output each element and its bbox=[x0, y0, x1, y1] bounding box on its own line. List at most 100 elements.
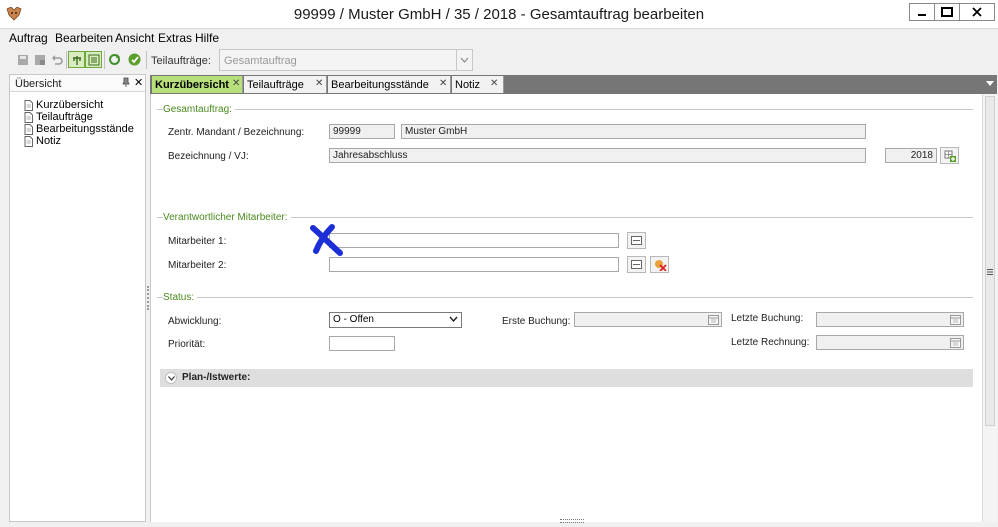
delete-user-icon bbox=[654, 259, 667, 271]
vertical-scrollbar[interactable] bbox=[982, 94, 997, 522]
help-button[interactable] bbox=[126, 51, 143, 68]
mitarbeiter1-lookup-button[interactable] bbox=[627, 232, 646, 249]
save-icon bbox=[17, 54, 28, 65]
tab-label: Bearbeitungsstände bbox=[331, 79, 429, 91]
year-field[interactable]: 2018 bbox=[885, 148, 937, 163]
title-bar: 99999 / Muster GmbH / 35 / 2018 - Gesamt… bbox=[0, 0, 998, 29]
refresh-button[interactable] bbox=[106, 51, 123, 68]
tree-view-button[interactable] bbox=[68, 51, 85, 68]
mitarbeiter1-label: Mitarbeiter 1: bbox=[168, 236, 227, 247]
letzte-rechnung-label: Letzte Rechnung: bbox=[731, 337, 810, 348]
erste-buchung-field[interactable] bbox=[574, 312, 722, 327]
save-close-button[interactable] bbox=[31, 51, 48, 68]
section-gesamtauftrag-title: Gesamtauftrag: bbox=[163, 104, 235, 115]
teilauftraege-value: Gesamtauftrag bbox=[224, 55, 297, 67]
prioritaet-input[interactable] bbox=[329, 336, 395, 351]
plan-istwerte-title: Plan-/Istwerte: bbox=[182, 372, 251, 383]
mandant-number-field[interactable]: 99999 bbox=[329, 124, 395, 139]
undo-icon bbox=[51, 54, 63, 65]
mitarbeiter1-input[interactable] bbox=[329, 233, 619, 248]
sidebar-item-notiz[interactable]: Notiz bbox=[24, 135, 61, 147]
tab-menu-chevron-icon[interactable] bbox=[986, 81, 994, 86]
bezeichnung-field[interactable]: Jahresabschluss bbox=[329, 148, 866, 163]
close-button[interactable] bbox=[959, 3, 995, 21]
menu-bearbeiten[interactable]: Bearbeiten bbox=[55, 31, 113, 45]
tab-teilauftraege[interactable]: Teilaufträge ✕ bbox=[244, 76, 327, 93]
tab-bearbeitungsstaende[interactable]: Bearbeitungsstände ✕ bbox=[328, 76, 451, 93]
section-mitarbeiter-title: Verantwortlicher Mitarbeiter: bbox=[163, 212, 291, 223]
refresh-icon bbox=[109, 54, 120, 65]
year-picker-button[interactable] bbox=[940, 147, 959, 164]
letzte-rechnung-field[interactable] bbox=[816, 335, 964, 350]
grid-add-icon bbox=[944, 150, 956, 162]
tab-close-icon[interactable]: ✕ bbox=[439, 78, 447, 89]
minimize-icon bbox=[918, 14, 926, 16]
calendar-icon[interactable] bbox=[950, 314, 961, 325]
tree-view-icon bbox=[72, 55, 81, 65]
abwicklung-select[interactable]: O - Offen bbox=[329, 312, 462, 328]
maximize-icon bbox=[941, 7, 953, 17]
letzte-buchung-label: Letzte Buchung: bbox=[731, 313, 804, 324]
bezeichnung-label: Bezeichnung / VJ: bbox=[168, 151, 249, 162]
save-button[interactable] bbox=[14, 51, 31, 68]
lookup-icon bbox=[631, 260, 642, 269]
document-icon bbox=[24, 99, 33, 111]
sidebar-close-icon[interactable]: ✕ bbox=[134, 76, 143, 89]
maximize-button[interactable] bbox=[934, 3, 960, 21]
letzte-buchung-field[interactable] bbox=[816, 312, 964, 327]
sidebar-item-label: Kurzübersicht bbox=[36, 99, 104, 111]
calendar-icon[interactable] bbox=[708, 314, 719, 325]
sidebar-item-kurzuebersicht[interactable]: Kurzübersicht bbox=[24, 99, 103, 111]
menu-ansicht[interactable]: Ansicht bbox=[115, 31, 154, 45]
bottom-resize-handle[interactable] bbox=[560, 519, 584, 523]
pin-icon[interactable] bbox=[122, 77, 130, 88]
menu-hilfe[interactable]: Hilfe bbox=[195, 31, 219, 45]
list-view-button[interactable] bbox=[85, 51, 102, 68]
annotation-x-mark bbox=[310, 224, 343, 256]
chevron-down-icon bbox=[456, 50, 472, 70]
menu-bar: Auftrag Bearbeiten Ansicht Extras Hilfe bbox=[0, 29, 998, 46]
chevron-down-icon bbox=[449, 316, 458, 322]
prioritaet-label: Priorität: bbox=[168, 339, 206, 350]
tab-close-icon[interactable]: ✕ bbox=[490, 78, 498, 89]
mitarbeiter2-lookup-button[interactable] bbox=[627, 256, 646, 273]
mandant-label: Zentr. Mandant / Bezeichnung: bbox=[168, 127, 305, 138]
list-view-icon bbox=[88, 54, 99, 65]
tab-label: Kurzübersicht bbox=[155, 79, 229, 91]
teilauftraege-select[interactable]: Gesamtauftrag bbox=[219, 49, 473, 71]
scrollbar-thumb[interactable] bbox=[985, 96, 995, 426]
splitter-handle[interactable] bbox=[147, 286, 149, 310]
sidebar-item-teilauftraege[interactable]: Teilaufträge bbox=[24, 111, 93, 123]
mandant-name-field[interactable]: Muster GmbH bbox=[401, 124, 866, 139]
undo-button[interactable] bbox=[48, 51, 65, 68]
lookup-icon bbox=[631, 236, 642, 245]
chevron-down-icon[interactable] bbox=[165, 372, 177, 384]
minimize-button[interactable] bbox=[909, 3, 935, 21]
tab-close-icon[interactable]: ✕ bbox=[315, 78, 323, 89]
abwicklung-value: O - Offen bbox=[333, 314, 374, 325]
plan-istwerte-group[interactable]: Plan-/Istwerte: bbox=[160, 369, 973, 387]
menu-auftrag[interactable]: Auftrag bbox=[9, 31, 48, 45]
calendar-icon[interactable] bbox=[950, 337, 961, 348]
mitarbeiter2-clear-button[interactable] bbox=[650, 256, 669, 273]
toolbar: Teilaufträge: bbox=[0, 47, 998, 73]
tab-close-icon[interactable]: ✕ bbox=[232, 78, 240, 89]
section-status-title: Status: bbox=[163, 292, 198, 303]
mitarbeiter2-input[interactable] bbox=[329, 257, 619, 272]
menu-extras[interactable]: Extras bbox=[158, 31, 192, 45]
scrollbar-grip-icon bbox=[987, 269, 993, 275]
document-icon bbox=[24, 135, 33, 147]
sidebar-header: Übersicht ✕ bbox=[10, 75, 145, 92]
tab-kurzuebersicht[interactable]: Kurzübersicht ✕ bbox=[152, 76, 243, 93]
sidebar-title: Übersicht bbox=[15, 78, 62, 90]
abwicklung-label: Abwicklung: bbox=[168, 316, 222, 327]
tab-notiz[interactable]: Notiz ✕ bbox=[452, 76, 504, 93]
sidebar-panel: Übersicht ✕ Kurzübersicht Teilaufträge B… bbox=[9, 74, 146, 522]
sidebar-item-bearbeitungsstaende[interactable]: Bearbeitungsstände bbox=[24, 123, 134, 135]
mitarbeiter2-label: Mitarbeiter 2: bbox=[168, 260, 227, 271]
tab-strip: Kurzübersicht ✕ Teilaufträge ✕ Bearbeitu… bbox=[150, 75, 997, 94]
sidebar-item-label: Bearbeitungsstände bbox=[36, 123, 134, 135]
close-icon bbox=[972, 7, 982, 17]
sidebar-item-label: Teilaufträge bbox=[36, 111, 93, 123]
save-close-icon bbox=[34, 54, 45, 65]
